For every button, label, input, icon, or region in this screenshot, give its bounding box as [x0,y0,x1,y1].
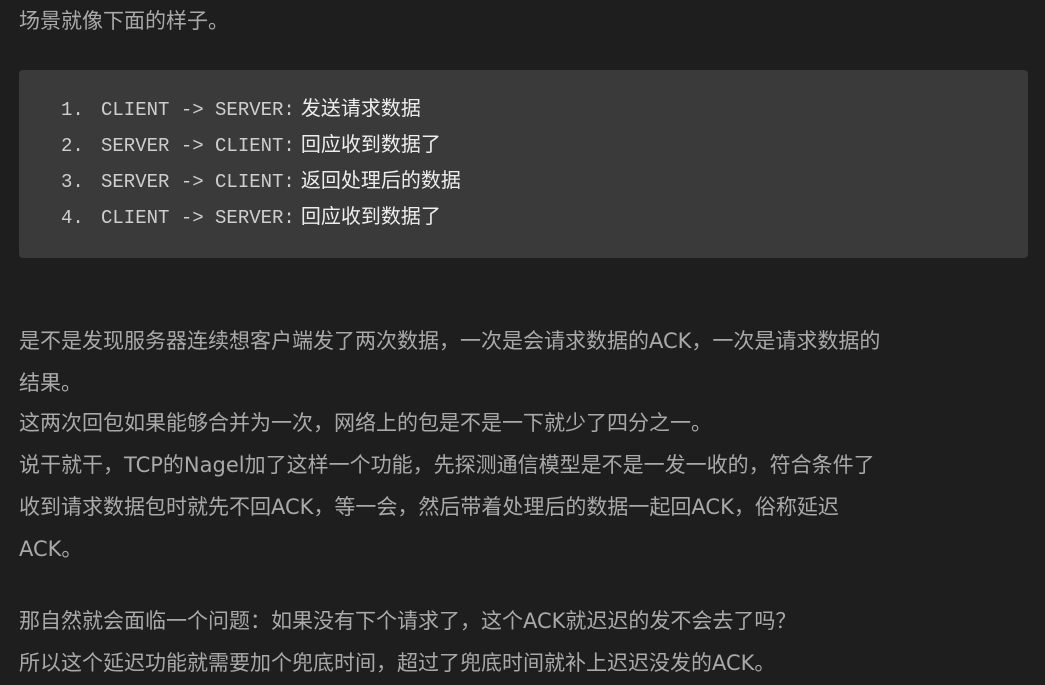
paragraph-problem: 那自然就会面临一个问题：如果没有下个请求了，这个ACK就迟迟的发不会去了吗？ [19,609,797,633]
code-comment: 回应收到数据了 [300,204,441,228]
code-line: 4. CLIENT -> SERVER: 回应收到数据了 [61,198,461,234]
paragraph-line: ACK。 [19,537,83,561]
paragraph-merge: 这两次回包如果能够合并为一次，网络上的包是不是一下就少了四分之一。 [19,411,712,435]
code-text: SERVER -> CLIENT: [101,171,295,193]
code-list: 1. CLIENT -> SERVER: 发送请求数据 2. SERVER -> C… [61,90,461,234]
paragraph-line: 说干就干，TCP的Nagel加了这样一个功能，先探测通信模型是不是一发一收的，符… [19,453,875,477]
code-text: SERVER -> CLIENT: [101,135,295,157]
code-line: 1. CLIENT -> SERVER: 发送请求数据 [61,90,461,126]
line-number: 4. [61,207,84,229]
code-line: 2. SERVER -> CLIENT: 回应收到数据了 [61,126,461,162]
line-number: 1. [61,99,84,121]
paragraph-line: 是不是发现服务器连续想客户端发了两次数据，一次是会请求数据的ACK，一次是请求数… [19,329,881,353]
code-comment: 回应收到数据了 [300,132,441,156]
paragraph-line: 收到请求数据包时就先不回ACK，等一会，然后带着处理后的数据一起回ACK，俗称延… [19,495,839,519]
paragraph-solution: 所以这个延迟功能就需要加个兜底时间，超过了兜底时间就补上迟迟没发的ACK。 [19,651,776,675]
code-text: CLIENT -> SERVER: [101,207,295,229]
code-comment: 发送请求数据 [300,96,421,120]
paragraph-line: 结果。 [19,371,82,395]
line-number: 2. [61,135,84,157]
line-number: 3. [61,171,84,193]
paragraph-nagel: 说干就干，TCP的Nagel加了这样一个功能，先探测通信模型是不是一发一收的，符… [19,444,875,570]
code-line: 3. SERVER -> CLIENT: 返回处理后的数据 [61,162,461,198]
paragraph-ack-question: 是不是发现服务器连续想客户端发了两次数据，一次是会请求数据的ACK，一次是请求数… [19,320,880,404]
code-block: 1. CLIENT -> SERVER: 发送请求数据 2. SERVER -> C… [19,70,1028,258]
intro-paragraph: 场景就像下面的样子。 [19,9,229,33]
code-text: CLIENT -> SERVER: [101,99,295,121]
code-comment: 返回处理后的数据 [300,168,461,192]
